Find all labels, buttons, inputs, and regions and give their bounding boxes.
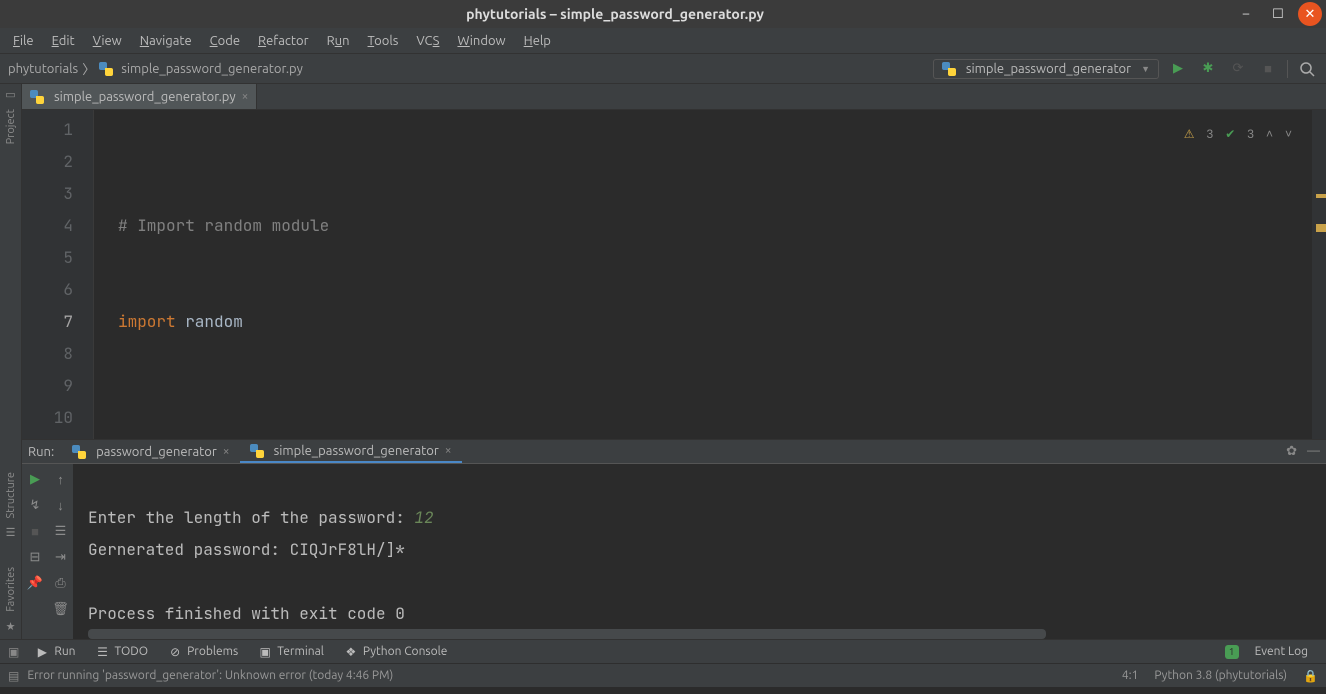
editor-tab-label: simple_password_generator.py <box>54 90 236 104</box>
event-log-badge: 1 <box>1225 645 1239 659</box>
run-console-toolbar: ↑ ↓ ☰ ⇥ ⎙ 🗑 <box>48 464 74 639</box>
chevron-up-icon[interactable]: ˄ <box>1266 118 1273 150</box>
editor-area: simple_password_generator.py × 1234 5678… <box>22 84 1326 439</box>
scroll-end-icon[interactable]: ⇥ <box>52 548 70 566</box>
stop-process-button[interactable]: ■ <box>26 522 44 540</box>
breadcrumb: phytutorials 〉 simple_password_generator… <box>8 59 303 78</box>
window-title: phytutorials – simple_password_generator… <box>0 6 1230 22</box>
menu-tools[interactable]: Tools <box>359 31 408 51</box>
run-panel-label: Run: <box>28 445 54 459</box>
menu-help[interactable]: Help <box>515 31 560 51</box>
menu-edit[interactable]: Edit <box>43 31 84 51</box>
chevron-down-icon[interactable]: ˅ <box>1285 118 1292 150</box>
notifications-icon[interactable]: ▤ <box>8 669 19 683</box>
bottom-tab-run[interactable]: ▶Run <box>25 645 85 659</box>
bottom-tab-python-console[interactable]: ❖Python Console <box>334 645 458 659</box>
menu-bar: File Edit View Navigate Code Refactor Ru… <box>0 28 1326 54</box>
horizontal-scrollbar[interactable] <box>88 629 1046 639</box>
breadcrumb-project[interactable]: phytutorials <box>8 62 78 76</box>
caret-position[interactable]: 4:1 <box>1122 669 1139 682</box>
code-content[interactable]: ⚠3 ✔3 ˄ ˅ # Import random module import … <box>94 110 1312 439</box>
debug-button[interactable]: ✱ <box>1197 58 1219 80</box>
status-bar: ▤ Error running 'password_generator': Un… <box>0 663 1326 687</box>
settings-icon[interactable]: ✿ <box>1286 444 1297 459</box>
print-icon[interactable]: ⎙ <box>52 574 70 592</box>
favorites-tool-button[interactable]: Favorites <box>3 559 19 620</box>
python-file-icon <box>942 62 956 76</box>
python-file-icon <box>99 62 113 76</box>
menu-run[interactable]: Run <box>318 31 359 51</box>
weak-warning-icon: ✔ <box>1225 118 1235 150</box>
project-tool-icon[interactable]: ▭ <box>5 88 15 101</box>
breadcrumb-file[interactable]: simple_password_generator.py <box>121 62 303 76</box>
close-button[interactable]: ✕ <box>1298 2 1322 26</box>
bottom-tab-problems[interactable]: ⊘Problems <box>158 645 248 659</box>
python-file-icon <box>30 90 44 104</box>
project-tool-button[interactable]: Project <box>3 101 19 152</box>
soft-wrap-icon[interactable]: ☰ <box>52 522 70 540</box>
run-panel-header: Run: password_generator × simple_passwor… <box>22 440 1326 464</box>
warning-icon: ⚠ <box>1184 118 1195 150</box>
lock-icon[interactable]: 🔒 <box>1303 669 1318 683</box>
stop-button[interactable]: ■ <box>1257 58 1279 80</box>
menu-view[interactable]: View <box>84 31 131 51</box>
run-coverage-button[interactable]: ⟳ <box>1227 58 1249 80</box>
run-tool-window: Run: password_generator × simple_passwor… <box>22 439 1326 639</box>
maximize-button[interactable]: ☐ <box>1266 2 1290 26</box>
run-action-toolbar: ▶ ↯ ■ ⊟ 📌 <box>22 464 48 639</box>
pin-button[interactable]: 📌 <box>26 574 44 592</box>
window-titlebar: phytutorials – simple_password_generator… <box>0 0 1326 28</box>
python-file-icon <box>72 445 86 459</box>
line-number-gutter: 1234 5678 910 <box>22 110 94 439</box>
down-icon[interactable]: ↓ <box>52 496 70 514</box>
search-everywhere-button[interactable] <box>1296 58 1318 80</box>
up-icon[interactable]: ↑ <box>52 470 70 488</box>
minimize-button[interactable]: – <box>1234 2 1258 26</box>
menu-file[interactable]: File <box>4 31 43 51</box>
console-output[interactable]: Enter the length of the password: 12 Ger… <box>74 464 1326 639</box>
rerun-button[interactable]: ▶ <box>26 470 44 488</box>
editor-tabs: simple_password_generator.py × <box>22 84 1326 110</box>
bottom-tab-terminal[interactable]: ▣Terminal <box>248 645 334 659</box>
bottom-tab-event-log[interactable]: Event Log <box>1245 645 1318 658</box>
stop-button[interactable]: ↯ <box>26 496 44 514</box>
interpreter-indicator[interactable]: Python 3.8 (phytutorials) <box>1154 669 1287 682</box>
inspection-indicators[interactable]: ⚠3 ✔3 ˄ ˅ <box>1184 118 1292 150</box>
python-file-icon <box>250 444 264 458</box>
status-message: Error running 'password_generator': Unkn… <box>27 669 393 682</box>
favorites-tool-icon[interactable]: ★ <box>6 620 16 633</box>
menu-refactor[interactable]: Refactor <box>249 31 318 51</box>
run-tab-1[interactable]: password_generator × <box>62 442 239 462</box>
run-tab-2[interactable]: simple_password_generator × <box>240 441 462 463</box>
chevron-down-icon: ▼ <box>1141 64 1150 74</box>
editor[interactable]: 1234 5678 910 ⚠3 ✔3 ˄ ˅ # Import random … <box>22 110 1326 439</box>
structure-tool-icon[interactable]: ☰ <box>6 526 16 539</box>
close-tab-icon[interactable]: × <box>445 444 452 457</box>
editor-tab-file[interactable]: simple_password_generator.py × <box>22 84 257 109</box>
run-config-label: simple_password_generator <box>966 62 1131 76</box>
run-configuration-selector[interactable]: simple_password_generator ▼ <box>933 59 1159 79</box>
navigation-bar: phytutorials 〉 simple_password_generator… <box>0 54 1326 84</box>
error-stripe[interactable] <box>1312 110 1326 439</box>
trash-icon[interactable]: 🗑 <box>52 600 70 618</box>
close-tab-icon[interactable]: × <box>242 90 249 103</box>
main-area: ▭ Project simple_password_generator.py ×… <box>0 84 1326 439</box>
menu-navigate[interactable]: Navigate <box>131 31 201 51</box>
run-button[interactable]: ▶ <box>1167 58 1189 80</box>
tool-window-quick-access-icon[interactable]: ▣ <box>8 645 19 659</box>
close-tab-icon[interactable]: × <box>223 445 230 458</box>
structure-tool-button[interactable]: Structure <box>3 464 19 527</box>
menu-vcs[interactable]: VCS <box>407 31 448 51</box>
bottom-tool-tabs: ▣ ▶Run ☰TODO ⊘Problems ▣Terminal ❖Python… <box>0 639 1326 663</box>
menu-window[interactable]: Window <box>448 31 514 51</box>
layout-button[interactable]: ⊟ <box>26 548 44 566</box>
menu-code[interactable]: Code <box>201 31 249 51</box>
hide-panel-icon[interactable]: — <box>1307 444 1320 459</box>
